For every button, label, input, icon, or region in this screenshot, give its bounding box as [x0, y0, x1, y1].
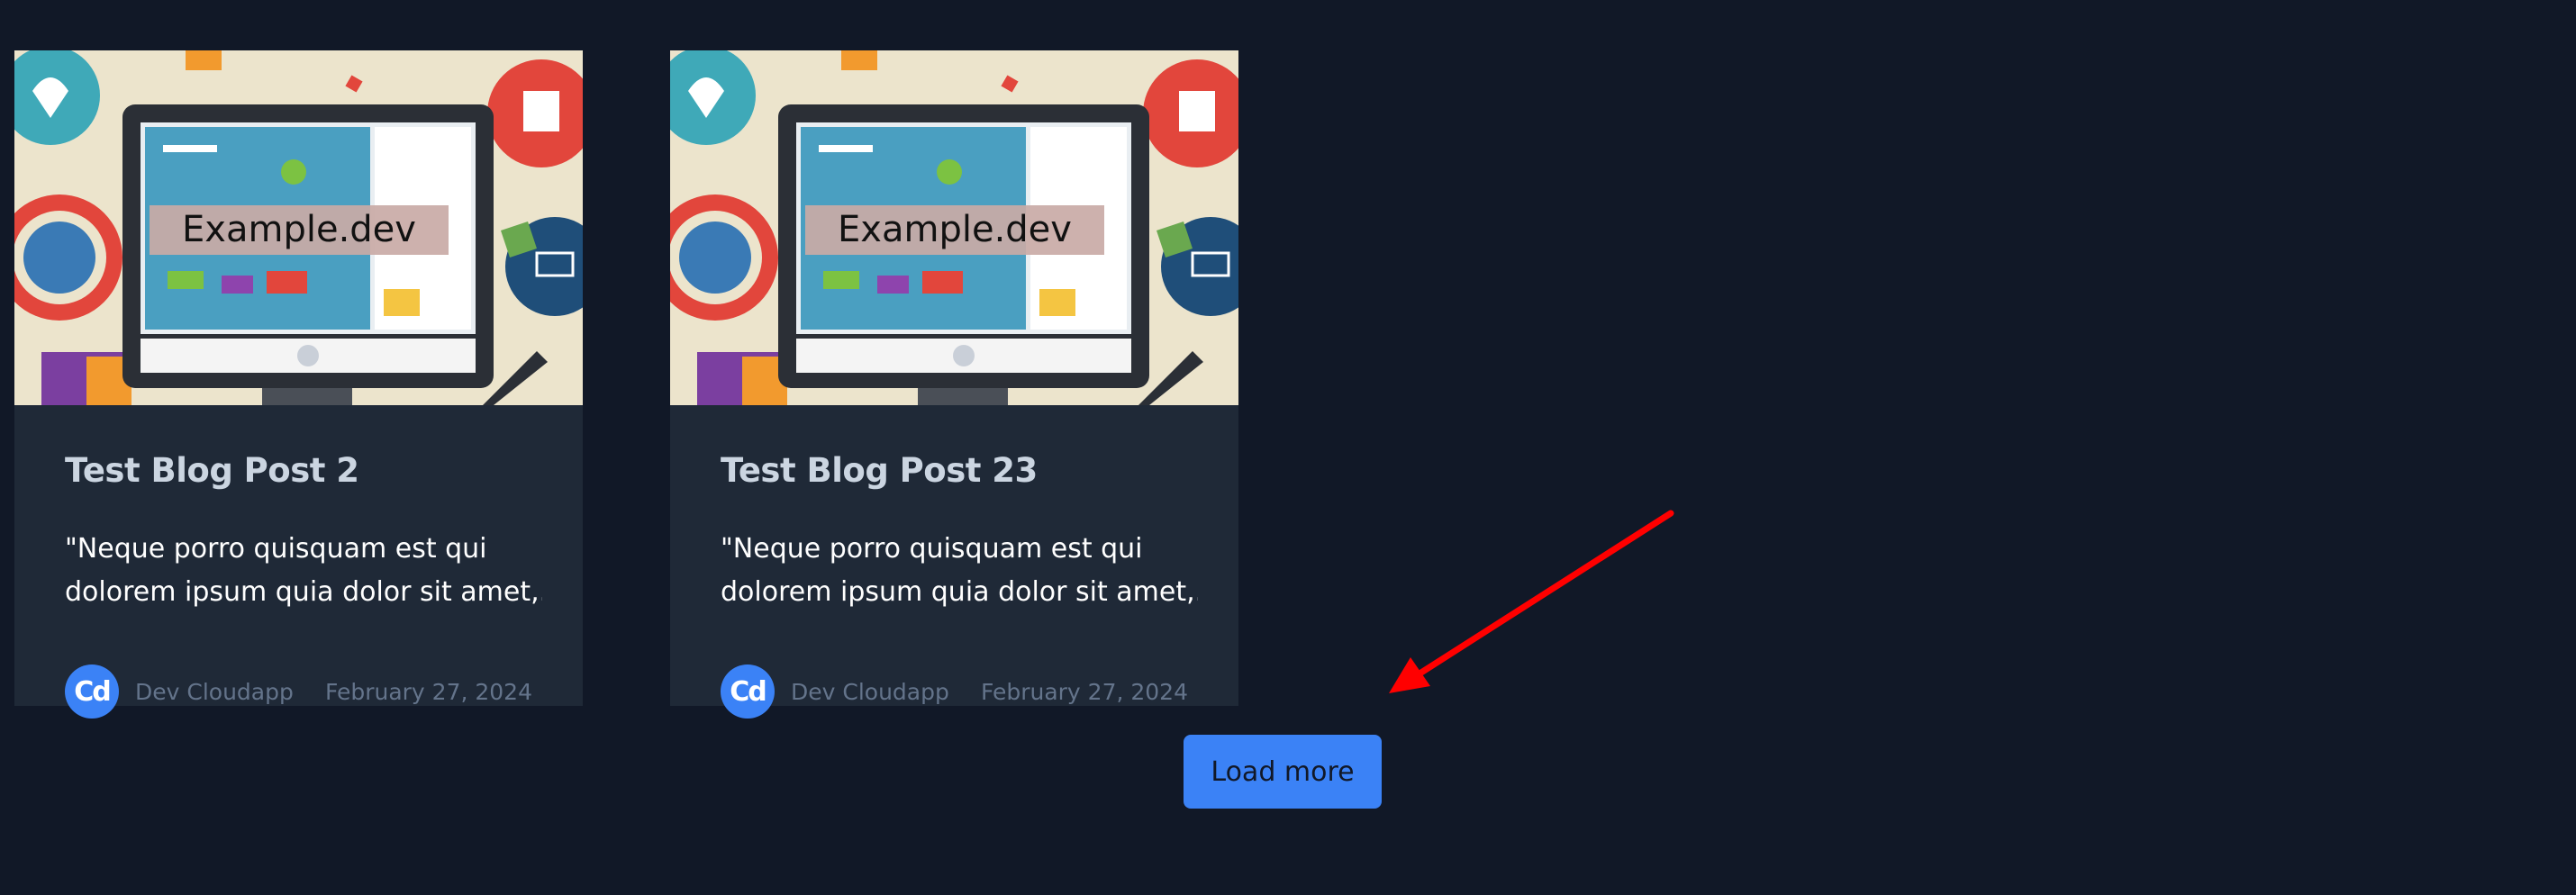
post-excerpt: "Neque porro quisquam est qui dolorem ip…	[721, 528, 1198, 614]
post-thumbnail[interactable]: Example.dev	[670, 50, 1238, 405]
avatar-initials: Cd	[730, 675, 766, 708]
post-meta: Cd Dev Cloudapp February 27, 2024	[65, 664, 532, 719]
post-excerpt-line: "Neque porro quisquam est qui	[65, 533, 487, 565]
load-more-button[interactable]: Load more	[1184, 735, 1382, 809]
post-meta: Cd Dev Cloudapp February 27, 2024	[721, 664, 1188, 719]
post-excerpt-line: dolorem ipsum quia dolor sit amet,...	[721, 576, 1198, 608]
thumbnail-caption: Example.dev	[838, 209, 1072, 250]
blog-post-card[interactable]: Example.dev Test Blog Post 2 "Neque porr…	[14, 50, 583, 719]
thumbnail-caption: Example.dev	[182, 209, 416, 250]
blog-list-page: Example.dev Test Blog Post 2 "Neque porr…	[0, 0, 2576, 895]
author-name: Dev Cloudapp	[135, 678, 294, 705]
post-date: February 27, 2024	[324, 678, 532, 705]
post-date: February 27, 2024	[980, 678, 1188, 705]
author-name: Dev Cloudapp	[791, 678, 949, 705]
avatar-initials: Cd	[74, 675, 111, 708]
blog-post-card[interactable]: Example.dev Test Blog Post 23 "Neque por…	[670, 50, 1238, 719]
post-title[interactable]: Test Blog Post 2	[65, 405, 532, 493]
post-title[interactable]: Test Blog Post 23	[721, 405, 1188, 493]
post-excerpt-line: dolorem ipsum quia dolor sit amet,...	[65, 576, 542, 608]
thumbnail-illustration: Example.dev	[670, 50, 1238, 405]
post-thumbnail[interactable]: Example.dev	[14, 50, 583, 405]
author-avatar: Cd	[65, 664, 119, 719]
author-avatar: Cd	[721, 664, 775, 719]
thumbnail-illustration: Example.dev	[14, 50, 583, 405]
post-excerpt-line: "Neque porro quisquam est qui	[721, 533, 1143, 565]
post-excerpt: "Neque porro quisquam est qui dolorem ip…	[65, 528, 542, 614]
